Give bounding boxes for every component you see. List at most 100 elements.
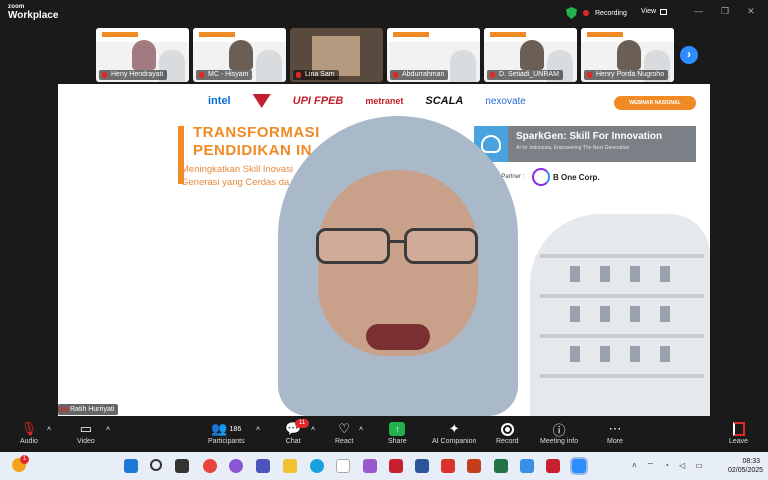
participant-strip: Heny Hendrayati MC - Hisyam Lina Sam Abd…: [96, 28, 676, 82]
leave-door-icon: [732, 422, 745, 436]
zoom-logo: zoom Workplace: [8, 4, 58, 21]
participant-tile[interactable]: Abdurrahman: [387, 28, 480, 82]
sparkgen-tagline: AI for Indonesia, Empowering The Next Ge…: [516, 145, 630, 151]
minimize-icon[interactable]: —: [694, 6, 703, 17]
react-options-caret[interactable]: ˄: [359, 421, 363, 437]
excel-icon[interactable]: [494, 459, 508, 473]
record-dot-icon: [583, 10, 589, 16]
nvidia-app-icon[interactable]: [336, 459, 350, 473]
recording-indicator[interactable]: Recording: [566, 7, 627, 19]
word-icon[interactable]: [415, 459, 429, 473]
pen-tool-icon[interactable]: [363, 459, 377, 473]
mcafee-alt-icon[interactable]: [546, 459, 560, 473]
file-explorer-icon[interactable]: [283, 459, 297, 473]
record-icon: [500, 422, 514, 436]
glasses: [312, 228, 484, 266]
active-speaker-video: intel UPI FPEB metranet SCALA nexovate W…: [58, 84, 710, 416]
wifi-icon[interactable]: ◔: [664, 461, 669, 471]
edge-icon[interactable]: [310, 459, 324, 473]
video-camera-icon: ▭: [79, 421, 93, 436]
chat-options-caret[interactable]: ˄: [311, 421, 315, 437]
ai-companion-button[interactable]: ✦ AI Companion: [432, 421, 476, 445]
participants-icon: 👥: [211, 421, 228, 436]
participant-tile[interactable]: D. Setiadi_UNRAM: [484, 28, 577, 82]
chevron-up-icon[interactable]: ˄: [632, 461, 637, 471]
share-button[interactable]: ↑ Share: [388, 421, 407, 445]
participant-tile[interactable]: MC - Hisyam: [193, 28, 286, 82]
participant-name: Heny Hendrayati: [111, 71, 164, 78]
speaker-name-tag: Ratih Hurriyati: [58, 404, 119, 415]
participants-count: 186: [229, 425, 242, 433]
muted-microphone-icon: 🎙: [20, 421, 38, 436]
participant-video: [617, 40, 641, 70]
photos-icon[interactable]: [520, 459, 534, 473]
title-accent-bar: [178, 126, 184, 184]
chrome-icon[interactable]: [203, 459, 217, 473]
volume-icon[interactable]: ◁: [679, 461, 685, 471]
participant-name: MC - Hisyam: [208, 71, 249, 78]
record-button[interactable]: Record: [496, 421, 519, 445]
copilot-icon[interactable]: [229, 459, 243, 473]
sparkgen-title: SparkGen: Skill For Innovation: [516, 131, 663, 142]
muted-mic-icon: [102, 72, 107, 78]
powerpoint-icon[interactable]: [467, 459, 481, 473]
clock-time: 08:33: [742, 458, 760, 465]
task-view-icon[interactable]: [175, 459, 189, 473]
brand-bottom: Workplace: [8, 10, 59, 21]
recording-label: Recording: [595, 9, 627, 17]
scala-logo: SCALA: [425, 95, 464, 107]
university-logo: [252, 94, 271, 108]
building-background: [530, 214, 710, 416]
intel-logo: intel: [208, 95, 231, 107]
react-button[interactable]: ♡ React: [335, 421, 353, 445]
audio-options-caret[interactable]: ˄: [47, 421, 51, 437]
nexovate-logo: nexovate: [485, 95, 526, 107]
leave-button[interactable]: Leave: [729, 421, 748, 445]
muted-mic-icon: [393, 72, 398, 78]
muted-mic-icon: [296, 72, 301, 78]
grid-view-icon: [660, 8, 668, 15]
next-page-arrow-icon[interactable]: ›: [680, 46, 698, 64]
audio-button[interactable]: 🎙 Audio: [20, 421, 38, 445]
weather-widget-icon[interactable]: 1: [12, 455, 29, 472]
participant-name: Abdurrahman: [402, 71, 445, 78]
video-options-caret[interactable]: ˄: [106, 421, 110, 437]
participant-tile[interactable]: Lina Sam: [290, 28, 383, 82]
search-icon[interactable]: [150, 459, 162, 471]
info-icon: ⓘ: [552, 422, 566, 438]
meeting-info-button[interactable]: ⓘ Meeting info: [540, 421, 578, 446]
shield-icon: [566, 7, 577, 19]
participants-options-caret[interactable]: ˄: [256, 421, 260, 437]
system-clock[interactable]: 08:33 02/05/2025: [728, 457, 764, 475]
participant-tile[interactable]: Henry Porda Nugroho: [581, 28, 674, 82]
network-icon[interactable]: ⌔: [647, 461, 655, 471]
slide-subtitle-line1: Meningkatkan Skill Inovasi: [181, 164, 293, 175]
maximize-icon[interactable]: ❐: [721, 6, 729, 17]
partner-logo: B One Corp.: [532, 168, 600, 186]
view-label: View: [641, 8, 657, 15]
acrobat-icon[interactable]: [441, 459, 455, 473]
teams-icon[interactable]: [256, 459, 270, 473]
participant-name: Lina Sam: [305, 71, 335, 78]
participants-button[interactable]: 👥 186 Participants: [208, 421, 245, 445]
zoom-taskbar-icon[interactable]: [570, 457, 588, 475]
participant-video: [132, 40, 156, 70]
participant-name: D. Setiadi_UNRAM: [499, 71, 559, 78]
chat-button[interactable]: 💬 11 Chat: [285, 419, 309, 445]
video-button[interactable]: ▭ Video: [77, 421, 95, 445]
muted-mic-icon: [587, 72, 592, 78]
sparkle-icon: ✦: [448, 421, 460, 436]
metranet-logo: metranet: [365, 96, 404, 106]
clock-date: 02/05/2025: [728, 467, 764, 474]
windows-start-icon[interactable]: [124, 459, 138, 473]
partner-name: B One Corp.: [553, 172, 600, 182]
view-button[interactable]: View: [641, 8, 668, 15]
more-button[interactable]: ⋯ More: [607, 421, 623, 445]
title-bar: zoom Workplace Recording View — ❐ ✕: [0, 0, 768, 26]
participant-tile[interactable]: Heny Hendrayati: [96, 28, 189, 82]
windows-taskbar: 1 ˄ ⌔ ◔ ◁ ▭ 08:33 02/05/2025: [0, 452, 768, 480]
battery-icon[interactable]: ▭: [695, 461, 703, 471]
close-icon[interactable]: ✕: [747, 6, 755, 17]
participant-name: Henry Porda Nugroho: [596, 71, 665, 78]
mcafee-icon[interactable]: [389, 459, 403, 473]
